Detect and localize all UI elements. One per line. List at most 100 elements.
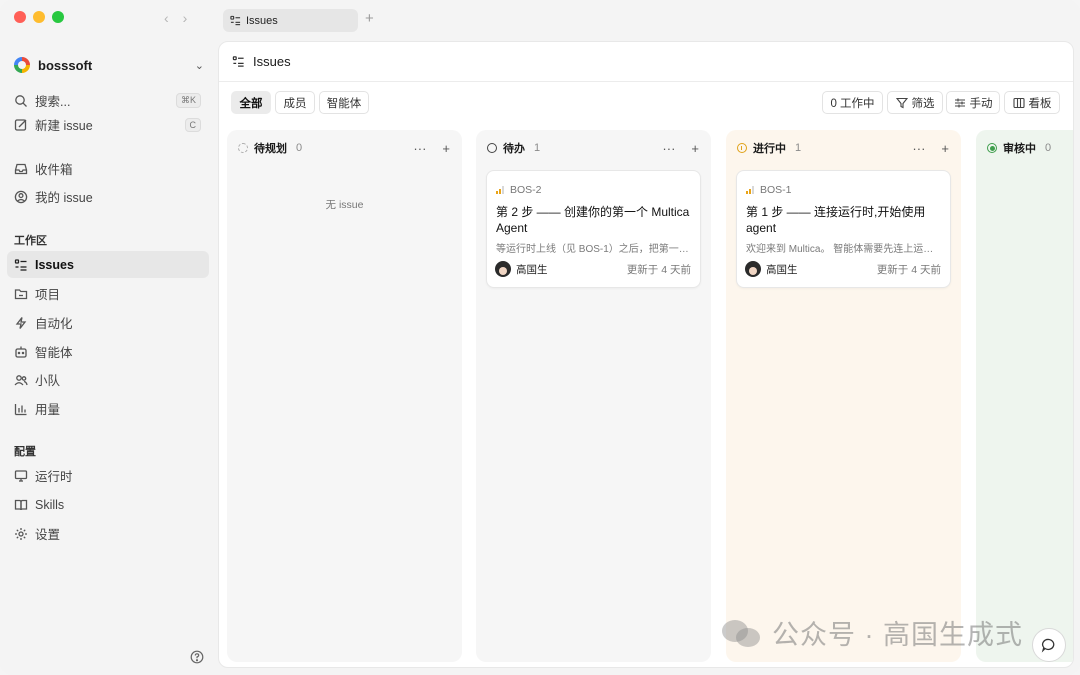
more-icon[interactable]: ··· [662, 141, 675, 156]
sidebar-item-agents[interactable]: 智能体 [7, 338, 209, 365]
column-title: 审核中 [1003, 143, 1036, 155]
folder-icon [14, 287, 28, 301]
new-issue-label: 新建 issue [35, 119, 93, 133]
sidebar-item-label: 收件箱 [35, 163, 73, 177]
sidebar: bosssoft ⌄ 搜索... ⌘K 新建 issue C 收件箱 我的 is… [0, 40, 217, 675]
window-controls [14, 11, 64, 23]
sidebar-item-automation[interactable]: 自动化 [7, 309, 209, 336]
column-in-review: 审核中 0 [976, 130, 1073, 662]
lightning-icon [14, 316, 28, 330]
updated-time: 更新于 4 天前 [626, 263, 691, 276]
column-count: 1 [795, 142, 802, 154]
priority-icon [496, 186, 504, 194]
edit-icon [14, 118, 28, 132]
main-panel: Issues 全部 成员 智能体 0 工作中 筛选 手动 看板 待规划 0 ··… [218, 41, 1074, 668]
search-button[interactable]: 搜索... ⌘K [7, 87, 209, 114]
forward-arrow-icon[interactable]: › [183, 10, 188, 26]
column-header: 审核中 0 [987, 141, 1073, 155]
back-arrow-icon[interactable]: ‹ [164, 10, 169, 26]
close-window-button[interactable] [14, 11, 26, 23]
minimize-window-button[interactable] [33, 11, 45, 23]
column-header: 进行中 1 ··· + [737, 141, 949, 156]
column-count: 0 [296, 142, 303, 154]
watermark-text: 公众号 · 高国生成式 [772, 620, 1023, 650]
issue-key: BOS-2 [510, 184, 542, 196]
toolbar: 全部 成员 智能体 0 工作中 筛选 手动 看板 [231, 91, 1061, 114]
issue-description: 等运行时上线（见 BOS-1）之后，把第一… [496, 244, 689, 255]
view-switch-button[interactable]: 看板 [1004, 91, 1060, 114]
column-count: 1 [534, 142, 541, 154]
user-circle-icon [14, 190, 28, 204]
wechat-logo-icon [722, 618, 762, 648]
working-count-label: 0 工作中 [830, 97, 875, 110]
new-issue-button[interactable]: 新建 issue C [7, 111, 209, 138]
sidebar-item-projects[interactable]: 项目 [7, 280, 209, 307]
monitor-icon [14, 469, 28, 483]
issue-description: 欢迎来到 Multica。 智能体需要先连上运… [746, 244, 934, 255]
workspace-switcher[interactable]: bosssoft ⌄ [14, 55, 204, 75]
sidebar-item-issues[interactable]: Issues [7, 251, 209, 278]
updated-time: 更新于 4 天前 [876, 263, 941, 276]
workspace-section-label: 工作区 [14, 235, 47, 247]
history-nav: ‹ › [164, 10, 187, 26]
inbox-icon [14, 162, 28, 176]
chat-button[interactable] [1032, 628, 1066, 662]
empty-state-text: 无 issue [325, 199, 364, 211]
view-label: 看板 [1028, 97, 1052, 110]
column-actions: ··· + [662, 141, 699, 156]
list-icon [232, 56, 244, 67]
filter-label: 筛选 [911, 97, 935, 110]
priority-icon [746, 186, 754, 194]
sidebar-item-skills[interactable]: Skills [7, 491, 209, 518]
filter-members-button[interactable]: 成员 [275, 91, 315, 114]
issue-title: 第 2 步 —— 创建你的第一个 Multica Agent [496, 205, 690, 235]
backlog-status-icon [238, 143, 248, 153]
working-count-button[interactable]: 0 工作中 [822, 91, 883, 114]
sort-label: 手动 [969, 97, 993, 110]
issue-footer: 高国生 更新于 4 天前 [745, 260, 941, 278]
sidebar-item-label: 用量 [35, 403, 61, 417]
tab-issues[interactable]: Issues [223, 9, 358, 32]
filter-agents-button[interactable]: 智能体 [319, 91, 369, 114]
issue-card[interactable]: BOS-1 第 1 步 —— 连接运行时,开始使用 agent 欢迎来到 Mul… [736, 170, 951, 288]
issue-title: 第 1 步 —— 连接运行时,开始使用 agent [746, 205, 926, 235]
sidebar-item-label: 设置 [35, 528, 61, 542]
gear-icon [14, 527, 28, 541]
sort-button[interactable]: 手动 [946, 91, 1000, 114]
column-in-progress: 进行中 1 ··· + BOS-1 第 1 步 —— 连接运行时,开始使用 ag… [726, 130, 961, 662]
todo-status-icon [487, 143, 497, 153]
column-todo: 待办 1 ··· + BOS-2 第 2 步 —— 创建你的第一个 Multic… [476, 130, 711, 662]
avatar [745, 261, 761, 277]
new-issue-shortcut: C [184, 117, 201, 132]
sidebar-item-settings[interactable]: 设置 [7, 520, 209, 547]
sidebar-item-my-issues[interactable]: 我的 issue [7, 183, 209, 210]
assignee-name: 高国生 [766, 263, 798, 276]
filter-all-button[interactable]: 全部 [231, 91, 271, 114]
sidebar-item-usage[interactable]: 用量 [7, 395, 209, 422]
issue-footer: 高国生 更新于 4 天前 [495, 260, 691, 278]
sidebar-item-runtime[interactable]: 运行时 [7, 462, 209, 489]
book-icon [14, 498, 28, 512]
column-title: 待规划 [254, 143, 287, 155]
issue-key: BOS-1 [760, 184, 792, 196]
help-icon[interactable] [190, 650, 204, 664]
plus-icon[interactable]: + [691, 141, 699, 156]
column-backlog: 待规划 0 ··· + 无 issue [227, 130, 462, 662]
search-icon [14, 94, 28, 108]
list-icon [14, 258, 28, 272]
more-icon[interactable]: ··· [912, 141, 925, 156]
sidebar-item-squads[interactable]: 小队 [7, 366, 209, 393]
sidebar-item-inbox[interactable]: 收件箱 [7, 155, 209, 182]
board-icon [1012, 97, 1025, 108]
issue-card[interactable]: BOS-2 第 2 步 —— 创建你的第一个 Multica Agent 等运行… [486, 170, 701, 288]
more-icon[interactable]: ··· [413, 141, 426, 156]
filter-button[interactable]: 筛选 [887, 91, 943, 114]
plus-icon[interactable]: + [442, 141, 450, 156]
column-header: 待规划 0 ··· + [238, 141, 450, 156]
new-tab-button[interactable]: + [365, 10, 374, 27]
maximize-window-button[interactable] [52, 11, 64, 23]
app-window: ‹ › Issues + bosssoft ⌄ 搜索... ⌘K 新建 issu… [0, 0, 1080, 675]
page-title: Issues [253, 54, 291, 69]
plus-icon[interactable]: + [941, 141, 949, 156]
users-icon [14, 373, 28, 387]
